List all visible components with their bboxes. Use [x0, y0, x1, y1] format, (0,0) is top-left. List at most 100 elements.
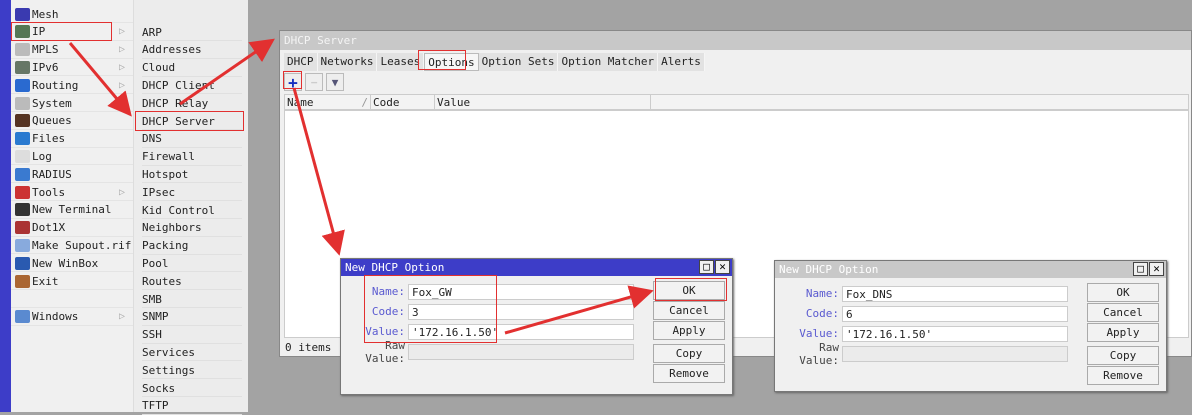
submenu-arrow-icon: ▷ — [118, 61, 125, 73]
submenu-item-settings[interactable]: Settings — [142, 362, 242, 380]
cancel-button[interactable]: Cancel — [653, 301, 725, 320]
files-icon — [15, 132, 30, 146]
submenu-arrow-icon: ▷ — [118, 44, 125, 56]
submenu-item-snmp[interactable]: SNMP — [142, 309, 242, 326]
menu-item-routing[interactable]: Routing ▷ — [11, 77, 133, 95]
tab-option-matcher[interactable]: Option Matcher — [558, 53, 659, 71]
menu-item-label: MPLS — [32, 43, 59, 57]
submenu-item-ipsec[interactable]: IPsec — [142, 184, 242, 202]
menu-item-label: Dot1X — [32, 221, 66, 235]
menu-item-new-terminal[interactable]: New Terminal — [11, 202, 133, 219]
menu-item-mpls[interactable]: MPLS ▷ — [11, 42, 133, 59]
submenu-arrow-icon: ▷ — [118, 311, 125, 323]
menu-item-log[interactable]: Log — [11, 148, 133, 166]
copy-button[interactable]: Copy — [653, 344, 725, 363]
menu-item-queues[interactable]: Queues — [11, 113, 133, 130]
menu-item-ipv6[interactable]: IPv6 ▷ — [11, 59, 133, 77]
submenu-arrow-icon: ▷ — [118, 186, 125, 198]
tab-option-sets[interactable]: Option Sets — [478, 53, 559, 71]
submenu-item-smb[interactable]: SMB — [142, 291, 242, 308]
dialog-title: New DHCP Option — [345, 261, 445, 274]
submenu-item-routes[interactable]: Routes — [142, 273, 242, 291]
value-field[interactable]: '172.16.1.50' — [842, 325, 1068, 342]
dialog-title-bar[interactable]: New DHCP Option □ ✕ — [341, 259, 732, 276]
column-value[interactable]: Value — [435, 95, 651, 109]
submenu-item-arp[interactable]: ARP — [142, 24, 242, 41]
remove-button[interactable]: − — [305, 73, 323, 91]
maximize-button[interactable]: □ — [699, 260, 714, 274]
submenu-item-neighbors[interactable]: Neighbors — [142, 220, 242, 237]
routing-icon — [15, 78, 30, 92]
menu-item-dot1x[interactable]: Dot1X — [11, 220, 133, 237]
submenu-item-cloud[interactable]: Cloud — [142, 60, 242, 77]
make-supout-rif-icon — [15, 238, 30, 252]
tab-networks[interactable]: Networks — [317, 53, 378, 71]
copy-button[interactable]: Copy — [1087, 346, 1159, 365]
menu-item-tools[interactable]: Tools ▷ — [11, 184, 133, 201]
submenu-item-services[interactable]: Services — [142, 344, 242, 362]
dot1x-icon — [15, 221, 30, 235]
name-field[interactable]: Fox_DNS — [842, 285, 1068, 302]
menu-item-new-winbox[interactable]: New WinBox — [11, 255, 133, 273]
ip-submenu: ARP Addresses Cloud DHCP Client DHCP Relay DH… — [133, 0, 248, 415]
exit-icon — [15, 274, 30, 288]
dialog-title-bar[interactable]: New DHCP Option □ ✕ — [775, 261, 1166, 278]
sort-icon: / — [361, 96, 368, 109]
submenu-item-dhcp-client[interactable]: DHCP Client — [142, 77, 242, 95]
filter-button[interactable]: ▼ — [326, 73, 344, 91]
ipv6-icon — [15, 60, 30, 74]
menu-item-label: Windows — [32, 310, 79, 324]
maximize-button[interactable]: □ — [1133, 262, 1148, 276]
apply-button[interactable]: Apply — [653, 321, 725, 340]
mpls-icon — [15, 43, 30, 57]
menu-item-label: RADIUS — [32, 167, 72, 181]
submenu-item-addresses[interactable]: Addresses — [142, 42, 242, 59]
column-code[interactable]: Code — [371, 95, 435, 109]
menu-item-windows[interactable]: Windows ▷ — [11, 309, 133, 326]
menu-item-label: Tools — [32, 185, 66, 199]
code-field[interactable]: 6 — [842, 305, 1068, 322]
apply-button[interactable]: Apply — [1087, 323, 1159, 342]
menu-item-label: New Terminal — [32, 203, 112, 217]
column-name[interactable]: Name / — [285, 95, 371, 109]
submenu-item-socks[interactable]: Socks — [142, 380, 242, 397]
submenu-arrow-icon: ▷ — [118, 97, 125, 109]
mesh-icon — [15, 7, 30, 21]
highlight-add-button — [283, 71, 302, 89]
submenu-item-ssh[interactable]: SSH — [142, 327, 242, 344]
submenu-item-firewall[interactable]: Firewall — [142, 149, 242, 166]
submenu-item-dhcp-relay[interactable]: DHCP Relay — [142, 95, 242, 113]
remove-button[interactable]: Remove — [653, 364, 725, 383]
tab-dhcp[interactable]: DHCP — [284, 53, 318, 71]
menu-item-label: Exit — [32, 274, 59, 288]
menu-item-label: Queues — [32, 114, 72, 128]
submenu-item-tftp[interactable]: TFTP — [142, 398, 242, 415]
menu-item-radius[interactable]: RADIUS — [11, 166, 133, 184]
raw-value-label: Raw Value: — [799, 340, 839, 367]
cancel-button[interactable]: Cancel — [1087, 303, 1159, 322]
menu-item-mesh[interactable]: Mesh — [11, 6, 133, 23]
close-button[interactable]: ✕ — [1149, 262, 1164, 276]
code-label: Code: — [805, 307, 839, 320]
tab-alerts[interactable]: Alerts — [658, 53, 705, 71]
menu-item-label: System — [32, 96, 72, 110]
menu-item-files[interactable]: Files — [11, 131, 133, 148]
submenu-item-pool[interactable]: Pool — [142, 255, 242, 273]
new-dhcp-option-dialog-2: New DHCP Option □ ✕ Name: Fox_DNS Code: 6 Value… — [774, 260, 1167, 392]
window-title[interactable]: DHCP Server — [280, 31, 1191, 50]
submenu-item-hotspot[interactable]: Hotspot — [142, 166, 242, 184]
toolbar: + − ▼ — [284, 73, 1191, 92]
submenu-arrow-icon: ▷ — [118, 26, 125, 38]
menu-item-make-supout-rif[interactable]: Make Supout.rif — [11, 237, 133, 255]
remove-button[interactable]: Remove — [1087, 366, 1159, 385]
ok-button[interactable]: OK — [1087, 283, 1159, 302]
menu-item-label: IPv6 — [32, 60, 59, 74]
menu-item-label: Log — [32, 149, 52, 163]
submenu-item-dns[interactable]: DNS — [142, 131, 242, 148]
close-button[interactable]: ✕ — [715, 260, 730, 274]
menu-item-exit[interactable]: Exit — [11, 273, 133, 290]
submenu-item-kid-control[interactable]: Kid Control — [142, 202, 242, 219]
submenu-item-packing[interactable]: Packing — [142, 238, 242, 255]
new-terminal-icon — [15, 203, 30, 217]
menu-item-system[interactable]: System ▷ — [11, 95, 133, 112]
